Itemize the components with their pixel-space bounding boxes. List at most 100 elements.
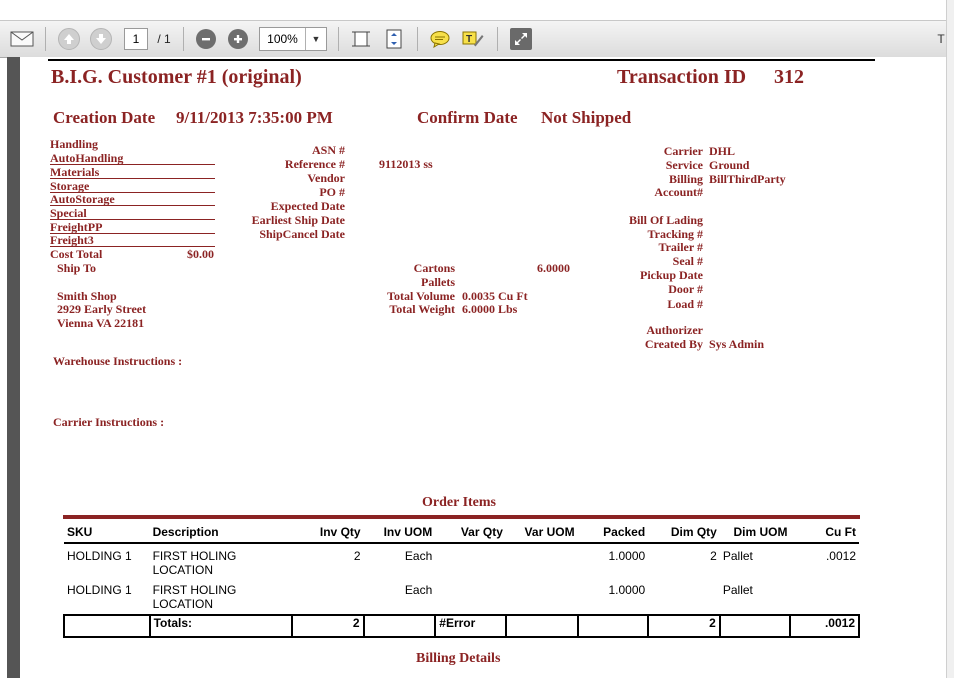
service-label: Service — [665, 158, 703, 172]
cell-var-qty — [435, 583, 506, 611]
seal-label: Seal # — [672, 254, 703, 268]
bill-of-lading-label: Bill Of Lading — [628, 213, 703, 227]
zoom-in-button[interactable] — [226, 21, 250, 57]
table-row: HOLDING 1 FIRST HOLING LOCATION Each 1.00… — [64, 583, 859, 611]
pickup-date-label: Pickup Date — [640, 268, 703, 282]
creation-value: 9/11/2013 7:35:00 PM — [176, 108, 333, 127]
zoom-out-button[interactable] — [194, 21, 218, 57]
billing-details-title: Billing Details — [416, 651, 501, 666]
totals-blank — [718, 614, 792, 638]
col-packed: Packed — [603, 525, 646, 539]
total-weight-value: 6.0000 Lbs — [462, 302, 518, 316]
ship-to-city: Vienna VA 22181 — [57, 316, 145, 330]
cell-var-uom — [506, 549, 578, 577]
cell-inv-uom: Each — [404, 549, 433, 563]
authorizer-label: Authorizer — [646, 323, 703, 337]
warehouse-instructions: Warehouse Instructions : — [53, 354, 183, 368]
highlight-text-icon: T — [462, 31, 484, 47]
next-page-button[interactable] — [89, 21, 113, 57]
comment-icon — [430, 31, 450, 48]
cell-description: FIRST HOLING LOCATION — [150, 549, 292, 577]
creation-label: Creation Date — [53, 108, 156, 127]
cartons-label: Cartons — [413, 261, 455, 275]
totals-blank — [362, 614, 437, 638]
customer-title: B.I.G. Customer #1 (original) — [51, 66, 302, 88]
door-label: Door # — [668, 282, 703, 296]
cell-inv-qty — [292, 583, 364, 611]
created-by-value: Sys Admin — [709, 337, 765, 351]
col-var-uom: Var UOM — [524, 525, 575, 539]
col-description: Description — [152, 525, 219, 539]
plus-icon — [228, 29, 248, 49]
cell-dim-uom: Pallet — [722, 583, 753, 597]
cost-total-value: $0.00 — [187, 247, 214, 261]
confirm-value: Not Shipped — [541, 108, 632, 127]
totals-dim-qty: 2 — [647, 614, 721, 638]
cell-packed: 1.0000 — [608, 583, 646, 597]
zoom-value: 100% — [260, 28, 306, 50]
cell-sku: HOLDING 1 — [67, 549, 132, 563]
fullscreen-button[interactable] — [508, 21, 534, 57]
load-label: Load # — [667, 297, 703, 311]
charge-handling: Handling — [50, 137, 99, 151]
reference-label: Reference # — [284, 157, 345, 171]
fit-page-icon — [386, 29, 402, 49]
totals-row: Totals: 2 #Error 2 .0012 — [63, 614, 860, 638]
cell-cu-ft: .0012 — [825, 549, 856, 563]
comment-button[interactable] — [428, 21, 452, 57]
cell-inv-qty: 2 — [353, 549, 361, 563]
ship-to-street: 2929 Early Street — [57, 302, 147, 316]
description-line: LOCATION — [152, 563, 214, 577]
carrier-label: Carrier — [663, 144, 703, 158]
email-icon[interactable] — [8, 21, 36, 57]
cell-inv-uom: Each — [404, 583, 433, 597]
window-top-strip — [0, 0, 954, 20]
fit-width-button[interactable] — [349, 21, 373, 57]
trailer-label: Trailer # — [658, 240, 703, 254]
col-inv-qty: Inv Qty — [319, 525, 361, 539]
order-items-title: Order Items — [422, 495, 496, 510]
fit-width-icon — [352, 31, 370, 47]
zoom-select[interactable]: 100% ▼ — [259, 27, 327, 51]
page-number-input[interactable]: 1 — [124, 28, 148, 50]
scrollbar[interactable] — [946, 0, 954, 678]
asn-label: ASN # — [311, 143, 345, 157]
col-dim-uom: Dim UOM — [733, 525, 788, 539]
totals-inv-qty: 2 — [290, 614, 365, 638]
pallets-label: Pallets — [421, 275, 455, 289]
table-header-row: SKU Description Inv Qty Inv UOM Var Qty … — [64, 522, 859, 543]
totals-blank — [63, 614, 151, 638]
fit-page-button[interactable] — [382, 21, 406, 57]
order-items-table: SKU Description Inv Qty Inv UOM Var Qty … — [63, 522, 860, 638]
minus-icon — [196, 29, 216, 49]
description-line: LOCATION — [152, 597, 214, 611]
toolbar-overflow[interactable]: T — [936, 21, 946, 57]
totals-var-qty: #Error — [434, 614, 507, 638]
transaction-id: 312 — [774, 66, 804, 88]
previous-page-button[interactable] — [57, 21, 81, 57]
pdf-toolbar: 1 / 1 100% ▼ T T — [0, 20, 946, 58]
reference-value: 9112013 ss — [379, 157, 433, 171]
table-row: HOLDING 1 FIRST HOLING LOCATION 2 Each 1.… — [64, 549, 859, 577]
po-label: PO # — [319, 185, 345, 199]
zoom-select-wrap: 100% ▼ — [259, 21, 327, 57]
col-dim-qty: Dim Qty — [670, 525, 717, 539]
cell-var-uom — [506, 583, 578, 611]
svg-text:T: T — [466, 34, 472, 45]
totals-blank — [576, 614, 650, 638]
description-line: FIRST HOLING — [152, 549, 237, 563]
confirm-label: Confirm Date — [417, 108, 518, 127]
page-number-wrap: 1 — [123, 21, 149, 57]
cell-var-qty — [435, 549, 506, 577]
arrow-down-icon — [90, 28, 112, 50]
cell-description: FIRST HOLING LOCATION — [150, 583, 292, 611]
cell-dim-qty — [648, 583, 720, 611]
highlight-text-button[interactable]: T — [461, 21, 485, 57]
vendor-label: Vendor — [307, 171, 345, 185]
service-value: Ground — [709, 158, 750, 172]
report-page: B.I.G. Customer #1 (original) Transactio… — [20, 57, 946, 678]
col-var-qty: Var Qty — [460, 525, 503, 539]
cell-cu-ft — [790, 583, 859, 611]
col-sku: SKU — [67, 525, 93, 539]
top-rule — [48, 59, 875, 61]
